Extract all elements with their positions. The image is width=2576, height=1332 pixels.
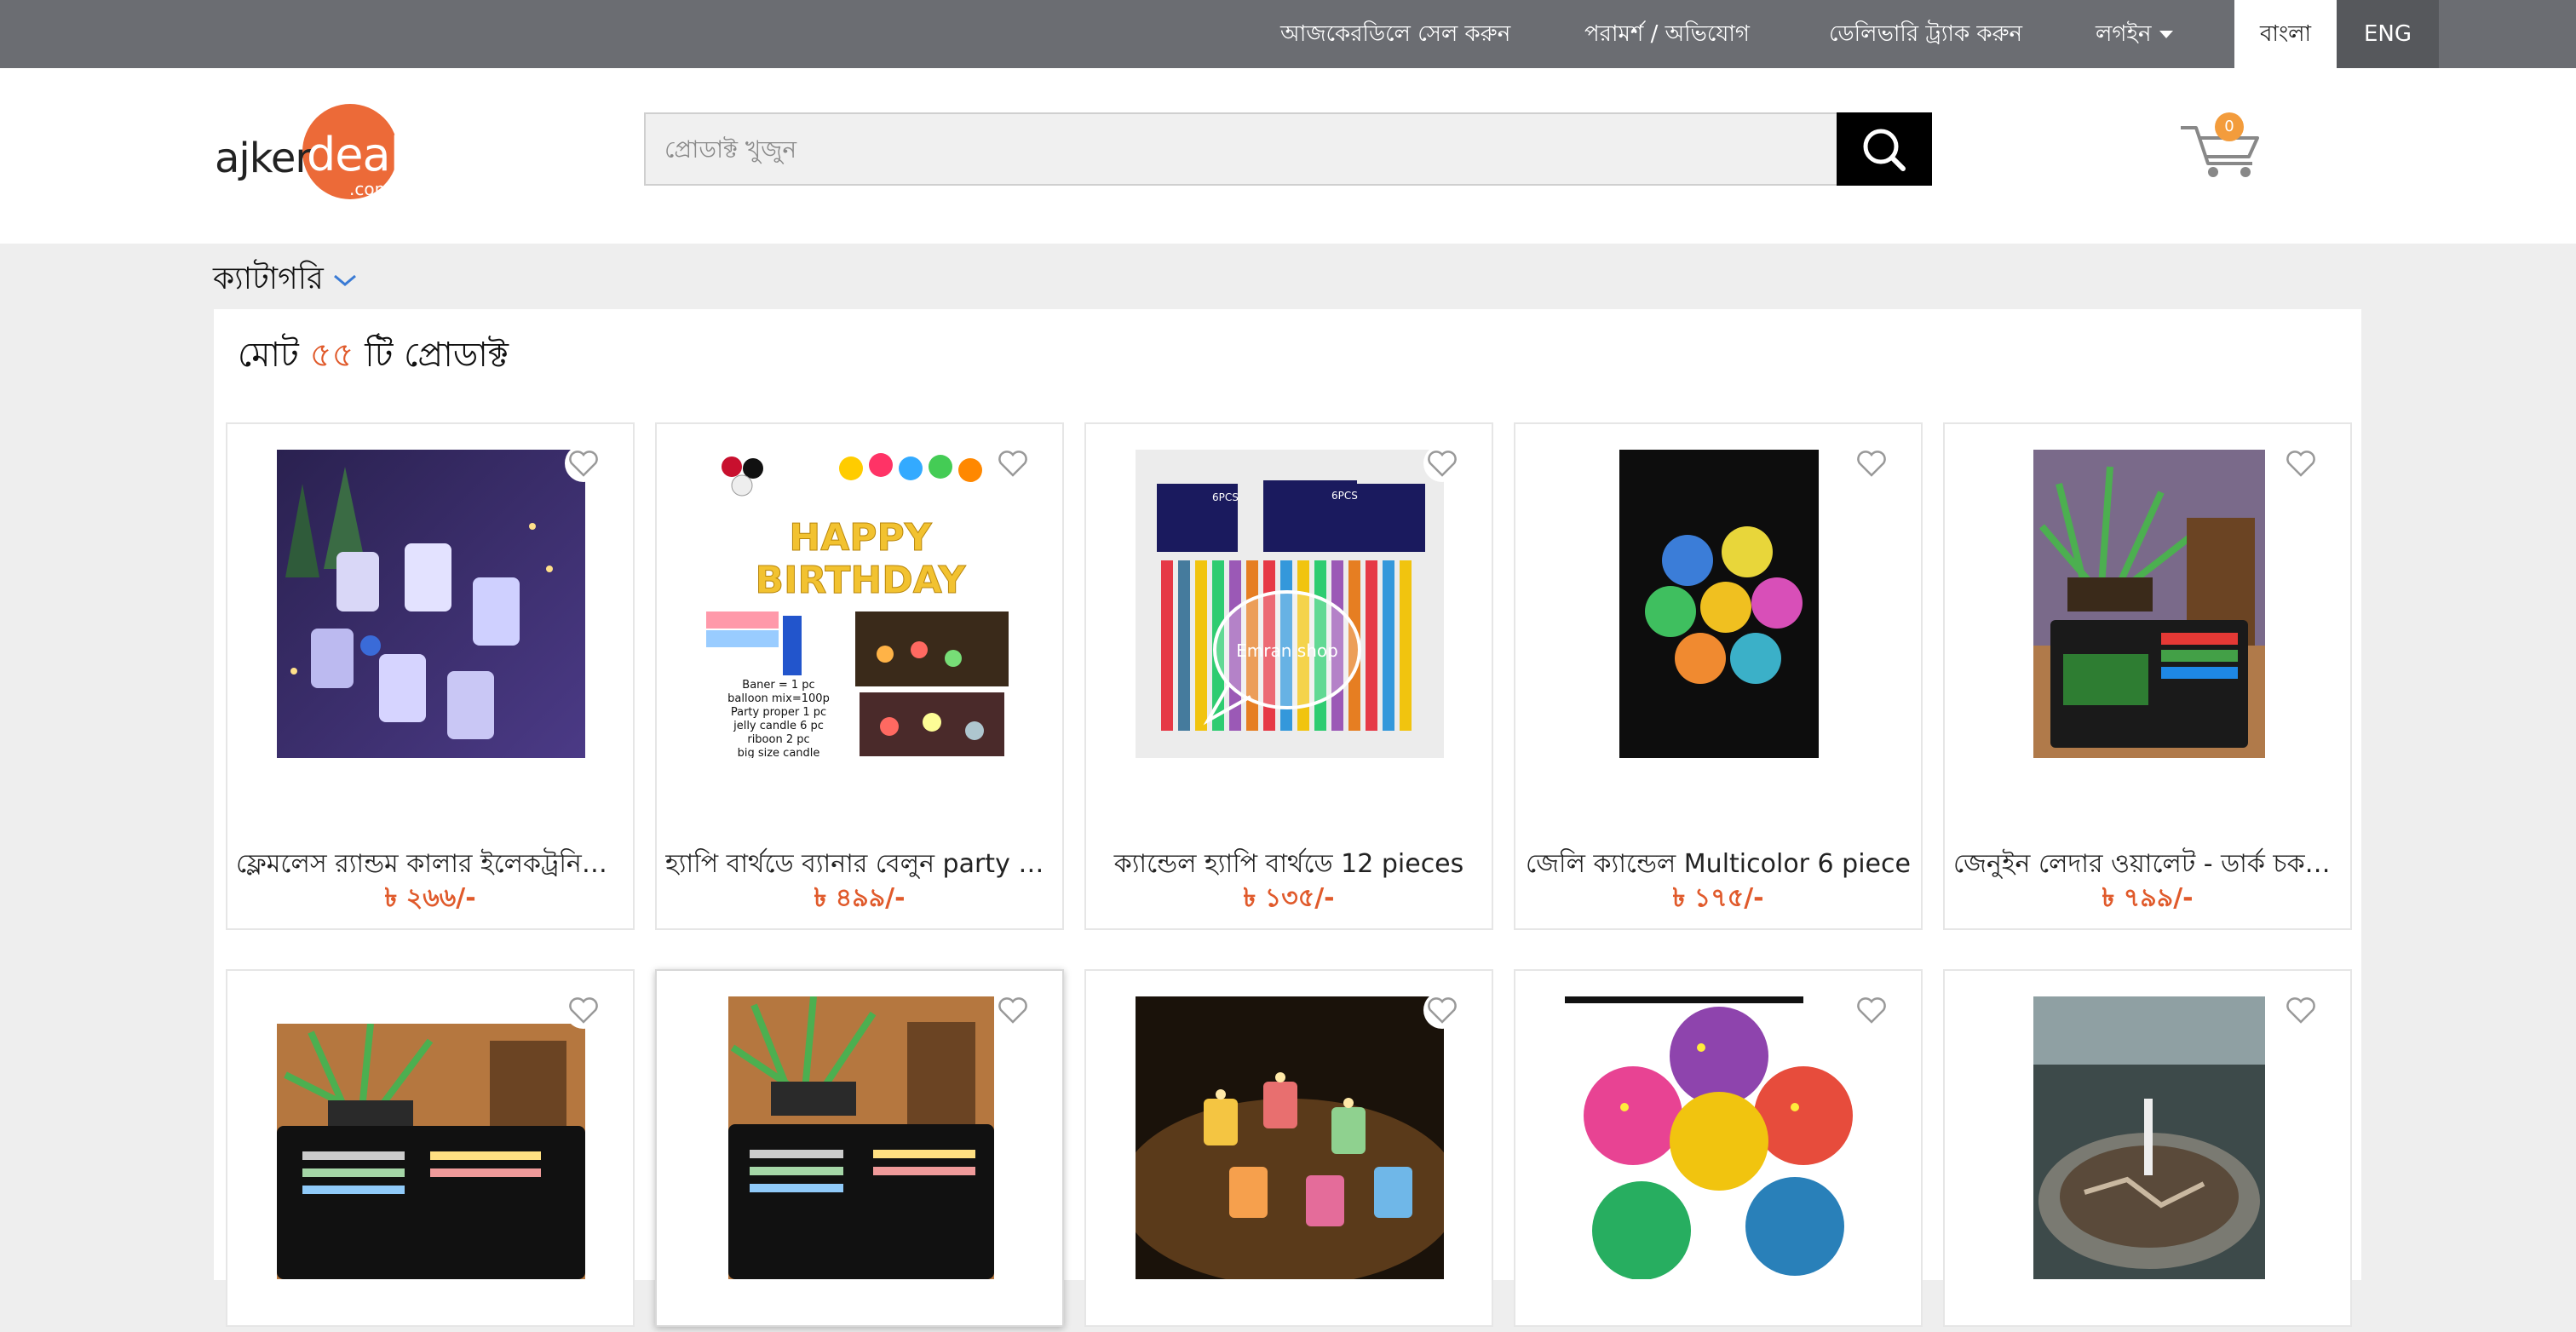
search-icon xyxy=(1863,129,1906,171)
logo-deal-text: deal xyxy=(307,128,403,181)
product-image[interactable] xyxy=(277,1024,585,1332)
product-image[interactable] xyxy=(2033,996,2265,1305)
chevron-down-icon xyxy=(333,274,356,286)
product-count: ৫৫ xyxy=(309,336,354,375)
svg-text:BIRTHDAY: BIRTHDAY xyxy=(756,559,967,602)
heart-icon xyxy=(2286,997,2315,1024)
sell-on-ajkerdeal-link[interactable]: আজকেরডিলে সেল করুন xyxy=(1280,0,1510,68)
language-english-button[interactable]: ENG xyxy=(2337,0,2439,68)
category-label: ক্যাটাগরি xyxy=(213,261,324,296)
product-card[interactable] xyxy=(1514,969,1923,1327)
wishlist-button[interactable] xyxy=(1423,445,1461,482)
summary-suffix: টি প্রোডাক্ট xyxy=(365,336,509,375)
svg-text:6PCS: 6PCS xyxy=(1212,491,1239,503)
product-count-summary: মোট ৫৫ টি প্রোডাক্ট xyxy=(238,328,509,385)
heart-icon xyxy=(569,997,598,1024)
product-price: ৳ ১৭৫/- xyxy=(1672,883,1764,913)
category-dropdown[interactable]: ক্যাটাগরি xyxy=(213,255,358,307)
cart-button[interactable]: 0 xyxy=(2177,112,2263,181)
product-price: ৳ ৭৯৯/- xyxy=(2102,883,2194,913)
product-card[interactable] xyxy=(1943,969,2352,1327)
svg-text:jelly candle 6 pc: jelly candle 6 pc xyxy=(733,720,824,732)
product-image[interactable] xyxy=(277,450,585,758)
product-image[interactable] xyxy=(1619,450,1819,758)
feedback-link[interactable]: পরামর্শ / অভিযোগ xyxy=(1584,0,1750,68)
cart-count-badge: 0 xyxy=(2215,112,2244,141)
logo-com-text: .com xyxy=(349,179,392,199)
product-price: ৳ ২৬৬/- xyxy=(384,883,476,913)
wishlist-button[interactable] xyxy=(1423,991,1461,1029)
heart-icon xyxy=(1428,997,1457,1024)
svg-text:Emran shop: Emran shop xyxy=(1236,640,1338,661)
heart-icon xyxy=(998,451,1027,477)
product-card[interactable]: ফ্লেমলেস র‍্যান্ডম কালার ইলেকট্রনিক ক্যা… xyxy=(226,422,635,930)
product-card[interactable]: জেনুইন লেদার ওয়ালেট - ডার্ক চকলেট ৳ ৭৯৯… xyxy=(1943,422,2352,930)
heart-icon xyxy=(1857,997,1886,1024)
wishlist-button[interactable] xyxy=(1853,991,1890,1029)
heart-icon xyxy=(998,997,1027,1024)
ajkerdeal-logo[interactable]: ajker deal .com xyxy=(213,97,405,199)
login-label: লগইন xyxy=(2096,21,2152,47)
product-image[interactable]: 6PCS 6PCS Emran shop xyxy=(1136,450,1444,758)
svg-text:balloon mix=100p: balloon mix=100p xyxy=(727,692,830,705)
wishlist-button[interactable] xyxy=(2282,991,2320,1029)
wishlist-button[interactable] xyxy=(994,991,1032,1029)
search-button[interactable] xyxy=(1837,112,1932,186)
search-input[interactable] xyxy=(644,112,1837,186)
product-card[interactable] xyxy=(655,969,1064,1327)
summary-prefix: মোট xyxy=(238,336,299,375)
svg-text:riboon 2 pc: riboon 2 pc xyxy=(747,733,809,746)
svg-text:HAPPY: HAPPY xyxy=(789,516,932,560)
product-card[interactable] xyxy=(1084,969,1493,1327)
caret-down-icon xyxy=(2159,31,2174,38)
product-image[interactable] xyxy=(728,996,994,1305)
wishlist-button[interactable] xyxy=(565,445,602,482)
product-image[interactable] xyxy=(1565,996,1873,1305)
wishlist-button[interactable] xyxy=(2282,445,2320,482)
heart-icon xyxy=(569,451,598,477)
logo-ajker-text: ajker xyxy=(215,135,312,182)
svg-text:6PCS: 6PCS xyxy=(1331,490,1358,502)
track-delivery-link[interactable]: ডেলিভারি ট্র্যাক করুন xyxy=(1829,0,2022,68)
product-image[interactable]: HAPPY BIRTHDAY Baner = 1 pc balloon mix=… xyxy=(706,450,1015,758)
heart-icon xyxy=(2286,451,2315,477)
language-bangla-button[interactable]: বাংলা xyxy=(2234,0,2337,68)
product-price: ৳ ৪৯৯/- xyxy=(814,883,906,913)
product-card[interactable]: জেলি ক্যান্ডেল Multicolor 6 piece ৳ ১৭৫/… xyxy=(1514,422,1923,930)
heart-icon xyxy=(1857,451,1886,477)
top-bar: আজকেরডিলে সেল করুন পরামর্শ / অভিযোগ ডেলি… xyxy=(0,0,2576,68)
login-dropdown[interactable]: লগইন xyxy=(2096,0,2174,68)
product-image[interactable] xyxy=(2033,450,2265,758)
wishlist-button[interactable] xyxy=(1853,445,1890,482)
wishlist-button[interactable] xyxy=(565,991,602,1029)
product-price: ৳ ১৩৫/- xyxy=(1243,883,1335,913)
product-image[interactable] xyxy=(1136,996,1444,1305)
product-card[interactable]: HAPPY BIRTHDAY Baner = 1 pc balloon mix=… xyxy=(655,422,1064,930)
svg-text:Party proper 1 pc: Party proper 1 pc xyxy=(731,706,826,719)
site-header: ajker deal .com 0 xyxy=(0,68,2576,244)
product-card[interactable]: 6PCS 6PCS Emran shop ক্যান্ডেল হ্যাপি বা… xyxy=(1084,422,1493,930)
svg-text:Baner = 1 pc: Baner = 1 pc xyxy=(742,679,814,692)
heart-icon xyxy=(1428,451,1457,477)
svg-text:big size candle: big size candle xyxy=(738,747,820,758)
product-card[interactable] xyxy=(226,969,635,1327)
wishlist-button[interactable] xyxy=(994,445,1032,482)
